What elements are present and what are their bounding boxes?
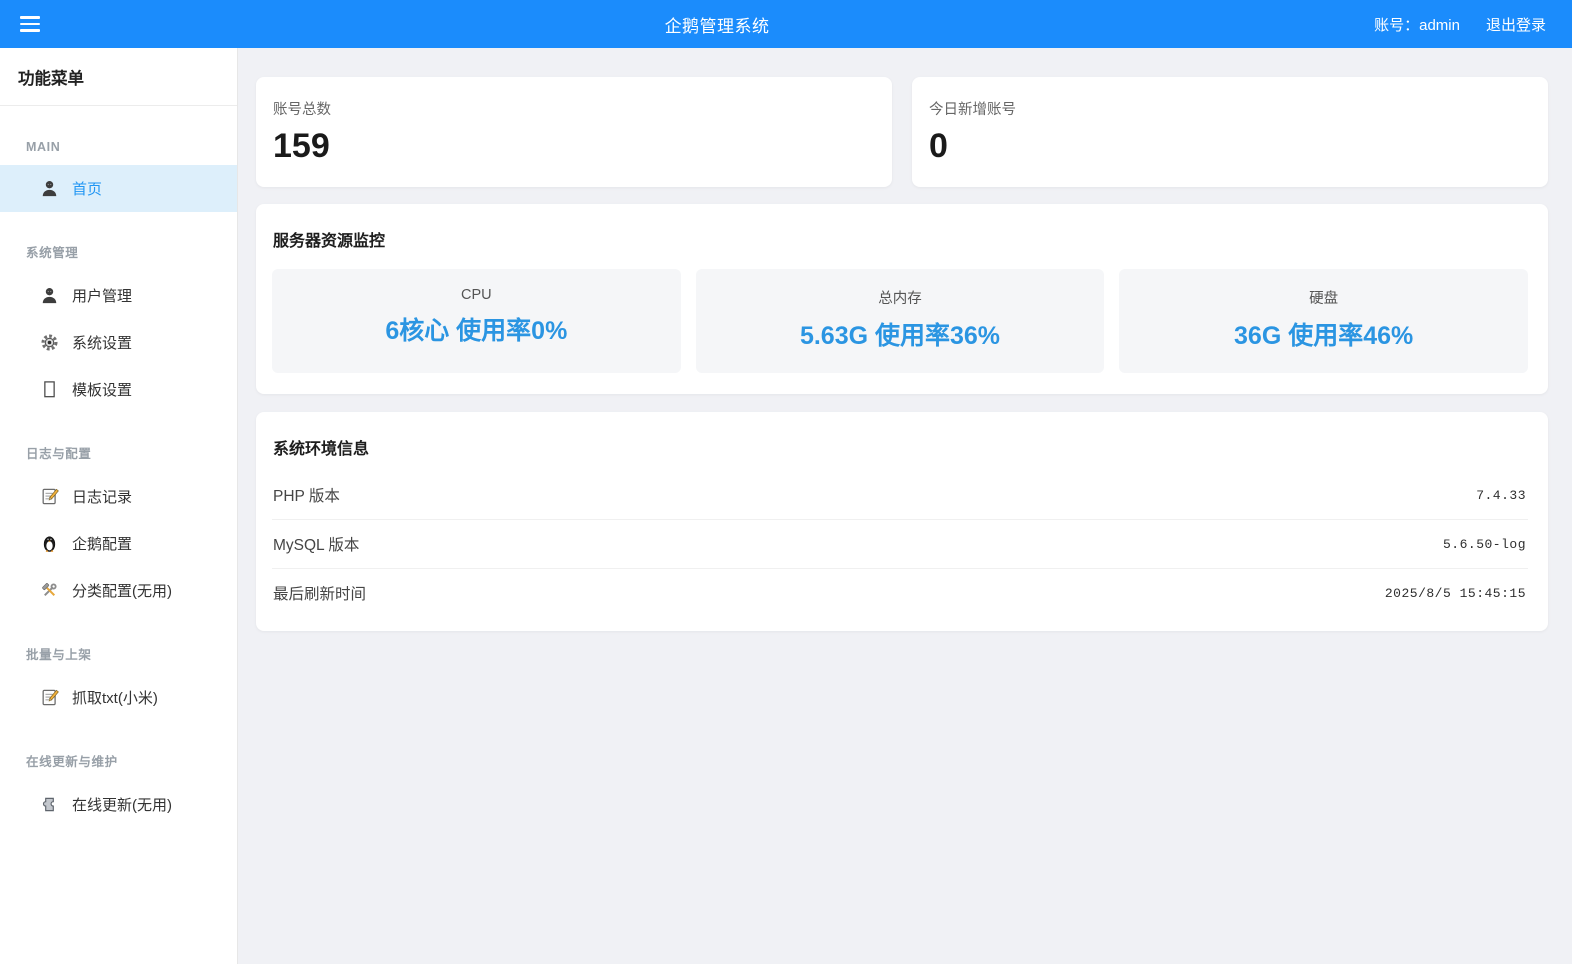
panel-title: 系统环境信息 xyxy=(273,435,1528,459)
logout-button[interactable]: 退出登录 xyxy=(1486,14,1546,35)
sidebar-item-label: 企鹅配置 xyxy=(72,533,132,554)
sidebar-item-label: 用户管理 xyxy=(72,285,132,306)
env-value: 2025/8/5 15:45:15 xyxy=(1385,586,1526,601)
sidebar-item-label: 抓取txt(小米) xyxy=(72,687,158,708)
sidebar-item-label: 系统设置 xyxy=(72,332,132,353)
stat-label: 今日新增账号 xyxy=(929,98,1524,119)
sidebar: 功能菜单 MAIN 首页 系统管理 用户管理 系统设置 模板设置 日志与配置 日… xyxy=(0,48,238,964)
header-account-area: 账号：admin 退出登录 xyxy=(1374,14,1572,35)
monitor-label: 总内存 xyxy=(706,287,1095,308)
memo-icon xyxy=(40,688,59,707)
sidebar-group-main: MAIN xyxy=(0,106,237,165)
monitor-label: 硬盘 xyxy=(1129,287,1518,308)
env-label: PHP 版本 xyxy=(273,484,340,506)
monitor-value: 36G 使用率46% xyxy=(1129,316,1518,352)
hammer-wrench-icon xyxy=(40,581,59,600)
sidebar-item-label: 首页 xyxy=(72,178,102,199)
sidebar-item-log-records[interactable]: 日志记录 xyxy=(0,473,237,520)
menu-toggle-button[interactable] xyxy=(0,0,60,48)
penguin-icon xyxy=(40,534,59,553)
main-content: 账号总数 159 今日新增账号 0 服务器资源监控 CPU 6核心 使用率0% … xyxy=(238,48,1572,964)
stat-value: 0 xyxy=(929,128,1524,165)
sidebar-item-penguin-config[interactable]: 企鹅配置 xyxy=(0,520,237,567)
sidebar-group-logs-config: 日志与配置 xyxy=(0,413,237,473)
memo-icon xyxy=(40,487,59,506)
env-row-php-version: PHP 版本 7.4.33 xyxy=(272,471,1528,520)
user-icon xyxy=(40,286,59,305)
user-icon xyxy=(40,179,59,198)
page-title: 企鹅管理系统 xyxy=(60,12,1374,37)
sidebar-item-template-settings[interactable]: 模板设置 xyxy=(0,366,237,413)
sidebar-group-online-update: 在线更新与维护 xyxy=(0,721,237,781)
sidebar-item-grab-txt[interactable]: 抓取txt(小米) xyxy=(0,674,237,721)
env-label: MySQL 版本 xyxy=(273,533,359,555)
env-row-mysql-version: MySQL 版本 5.6.50-log xyxy=(272,520,1528,569)
sidebar-item-category-config[interactable]: 分类配置(无用) xyxy=(0,567,237,614)
monitor-box-cpu: CPU 6核心 使用率0% xyxy=(272,269,681,373)
sidebar-item-label: 日志记录 xyxy=(72,486,132,507)
hamburger-icon xyxy=(20,16,40,19)
template-box-icon xyxy=(40,380,59,399)
stat-card-new-accounts-today: 今日新增账号 0 xyxy=(912,77,1548,187)
sidebar-item-home[interactable]: 首页 xyxy=(0,165,237,212)
panel-title: 服务器资源监控 xyxy=(273,227,1528,251)
sidebar-item-online-update[interactable]: 在线更新(无用) xyxy=(0,781,237,828)
sidebar-item-label: 分类配置(无用) xyxy=(72,580,172,601)
env-value: 5.6.50-log xyxy=(1443,537,1526,552)
sidebar-item-user-management[interactable]: 用户管理 xyxy=(0,272,237,319)
gear-icon xyxy=(40,333,59,352)
stat-cards-row: 账号总数 159 今日新增账号 0 xyxy=(256,77,1548,187)
env-value: 7.4.33 xyxy=(1476,488,1526,503)
env-rows: PHP 版本 7.4.33 MySQL 版本 5.6.50-log 最后刷新时间… xyxy=(272,471,1528,610)
stat-label: 账号总数 xyxy=(273,98,868,119)
env-row-last-refresh: 最后刷新时间 2025/8/5 15:45:15 xyxy=(272,569,1528,610)
monitor-grid: CPU 6核心 使用率0% 总内存 5.63G 使用率36% 硬盘 36G 使用… xyxy=(272,269,1528,373)
server-monitor-panel: 服务器资源监控 CPU 6核心 使用率0% 总内存 5.63G 使用率36% 硬… xyxy=(256,204,1548,394)
monitor-value: 6核心 使用率0% xyxy=(282,311,671,347)
stat-card-total-accounts: 账号总数 159 xyxy=(256,77,892,187)
monitor-value: 5.63G 使用率36% xyxy=(706,316,1095,352)
monitor-box-disk: 硬盘 36G 使用率46% xyxy=(1119,269,1528,373)
monitor-label: CPU xyxy=(282,287,671,303)
sidebar-group-batch: 批量与上架 xyxy=(0,614,237,674)
sidebar-item-system-settings[interactable]: 系统设置 xyxy=(0,319,237,366)
puzzle-icon xyxy=(40,795,59,814)
account-label: 账号：admin xyxy=(1374,14,1460,35)
system-env-panel: 系统环境信息 PHP 版本 7.4.33 MySQL 版本 5.6.50-log… xyxy=(256,412,1548,631)
env-label: 最后刷新时间 xyxy=(273,582,366,604)
sidebar-item-label: 在线更新(无用) xyxy=(72,794,172,815)
sidebar-group-system: 系统管理 xyxy=(0,212,237,272)
sidebar-item-label: 模板设置 xyxy=(72,379,132,400)
monitor-box-memory: 总内存 5.63G 使用率36% xyxy=(696,269,1105,373)
sidebar-title: 功能菜单 xyxy=(0,48,237,106)
stat-value: 159 xyxy=(273,128,868,165)
top-header: 企鹅管理系统 账号：admin 退出登录 xyxy=(0,0,1572,48)
